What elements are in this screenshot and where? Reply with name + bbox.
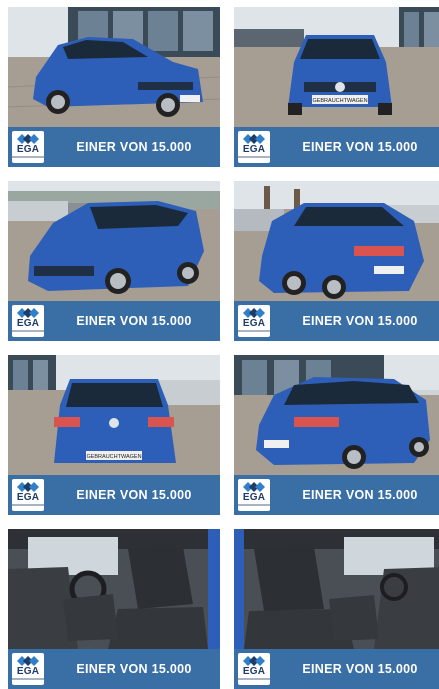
caption-text: EINER VON 15.000	[76, 662, 192, 676]
ega-diamond-icon	[17, 482, 39, 492]
ega-logo: EGA	[238, 305, 270, 337]
interior-photo-passenger	[234, 529, 439, 649]
gallery-tile-1[interactable]: EGA EINER VON 15.000	[8, 7, 220, 167]
caption-banner: EGA EINER VON 15.000	[234, 127, 439, 167]
logo-subline	[238, 504, 270, 506]
caption-text: EINER VON 15.000	[302, 314, 418, 328]
caption-banner: EGA EINER VON 15.000	[234, 649, 439, 689]
logo-subline	[12, 678, 44, 680]
ega-diamond-icon	[17, 656, 39, 666]
ega-logo: EGA	[12, 479, 44, 511]
license-plate-text: GEBRAUCHTWAGEN	[312, 98, 367, 104]
caption-banner: EGA EINER VON 15.000	[8, 127, 220, 167]
gallery-tile-8[interactable]: EGA EINER VON 15.000	[234, 529, 439, 689]
car-photo-rear-left	[234, 181, 439, 301]
caption-text: EINER VON 15.000	[302, 488, 418, 502]
logo-label: EGA	[242, 492, 266, 503]
caption-banner: EGA EINER VON 15.000	[234, 475, 439, 515]
caption-banner: EGA EINER VON 15.000	[8, 649, 220, 689]
gallery-tile-7[interactable]: EGA EINER VON 15.000	[8, 529, 220, 689]
gallery-tile-5[interactable]: GEBRAUCHTWAGEN EGA EINER VON 15.000	[8, 355, 220, 515]
logo-label: EGA	[242, 144, 266, 155]
caption-text: EINER VON 15.000	[302, 140, 418, 154]
ega-logo: EGA	[238, 653, 270, 685]
caption-text: EINER VON 15.000	[76, 488, 192, 502]
gallery-tile-4[interactable]: EGA EINER VON 15.000	[234, 181, 439, 341]
logo-subline	[12, 504, 44, 506]
caption-text: EINER VON 15.000	[302, 662, 418, 676]
logo-subline	[12, 156, 44, 158]
gallery-tile-6[interactable]: EGA EINER VON 15.000	[234, 355, 439, 515]
logo-label: EGA	[16, 492, 40, 503]
car-photo-rear: GEBRAUCHTWAGEN	[8, 355, 220, 475]
ega-logo: EGA	[238, 479, 270, 511]
logo-subline	[238, 156, 270, 158]
caption-text: EINER VON 15.000	[76, 140, 192, 154]
gallery-tile-3[interactable]: EGA EINER VON 15.000	[8, 181, 220, 341]
caption-banner: EGA EINER VON 15.000	[234, 301, 439, 341]
photo-gallery: EGA EINER VON 15.000 GEBRAUCHTWAGEN EGA …	[0, 0, 439, 689]
caption-banner: EGA EINER VON 15.000	[8, 301, 220, 341]
ega-diamond-icon	[17, 308, 39, 318]
ega-diamond-icon	[243, 656, 265, 666]
ega-diamond-icon	[243, 482, 265, 492]
ega-diamond-icon	[17, 134, 39, 144]
license-plate-text: GEBRAUCHTWAGEN	[86, 454, 141, 460]
caption-banner: EGA EINER VON 15.000	[8, 475, 220, 515]
logo-label: EGA	[16, 318, 40, 329]
car-photo-front: GEBRAUCHTWAGEN	[234, 7, 439, 127]
caption-text: EINER VON 15.000	[76, 314, 192, 328]
logo-label: EGA	[16, 144, 40, 155]
interior-photo-driver	[8, 529, 220, 649]
ega-logo: EGA	[12, 305, 44, 337]
ega-logo: EGA	[12, 131, 44, 163]
ega-logo: EGA	[238, 131, 270, 163]
car-photo-front-left	[8, 7, 220, 127]
logo-subline	[238, 678, 270, 680]
car-photo-front-left-2	[8, 181, 220, 301]
logo-subline	[12, 330, 44, 332]
logo-label: EGA	[242, 666, 266, 677]
ega-diamond-icon	[243, 308, 265, 318]
logo-label: EGA	[16, 666, 40, 677]
ega-diamond-icon	[243, 134, 265, 144]
gallery-tile-2[interactable]: GEBRAUCHTWAGEN EGA EINER VON 15.000	[234, 7, 439, 167]
car-photo-rear-right	[234, 355, 439, 475]
logo-label: EGA	[242, 318, 266, 329]
logo-subline	[238, 330, 270, 332]
ega-logo: EGA	[12, 653, 44, 685]
